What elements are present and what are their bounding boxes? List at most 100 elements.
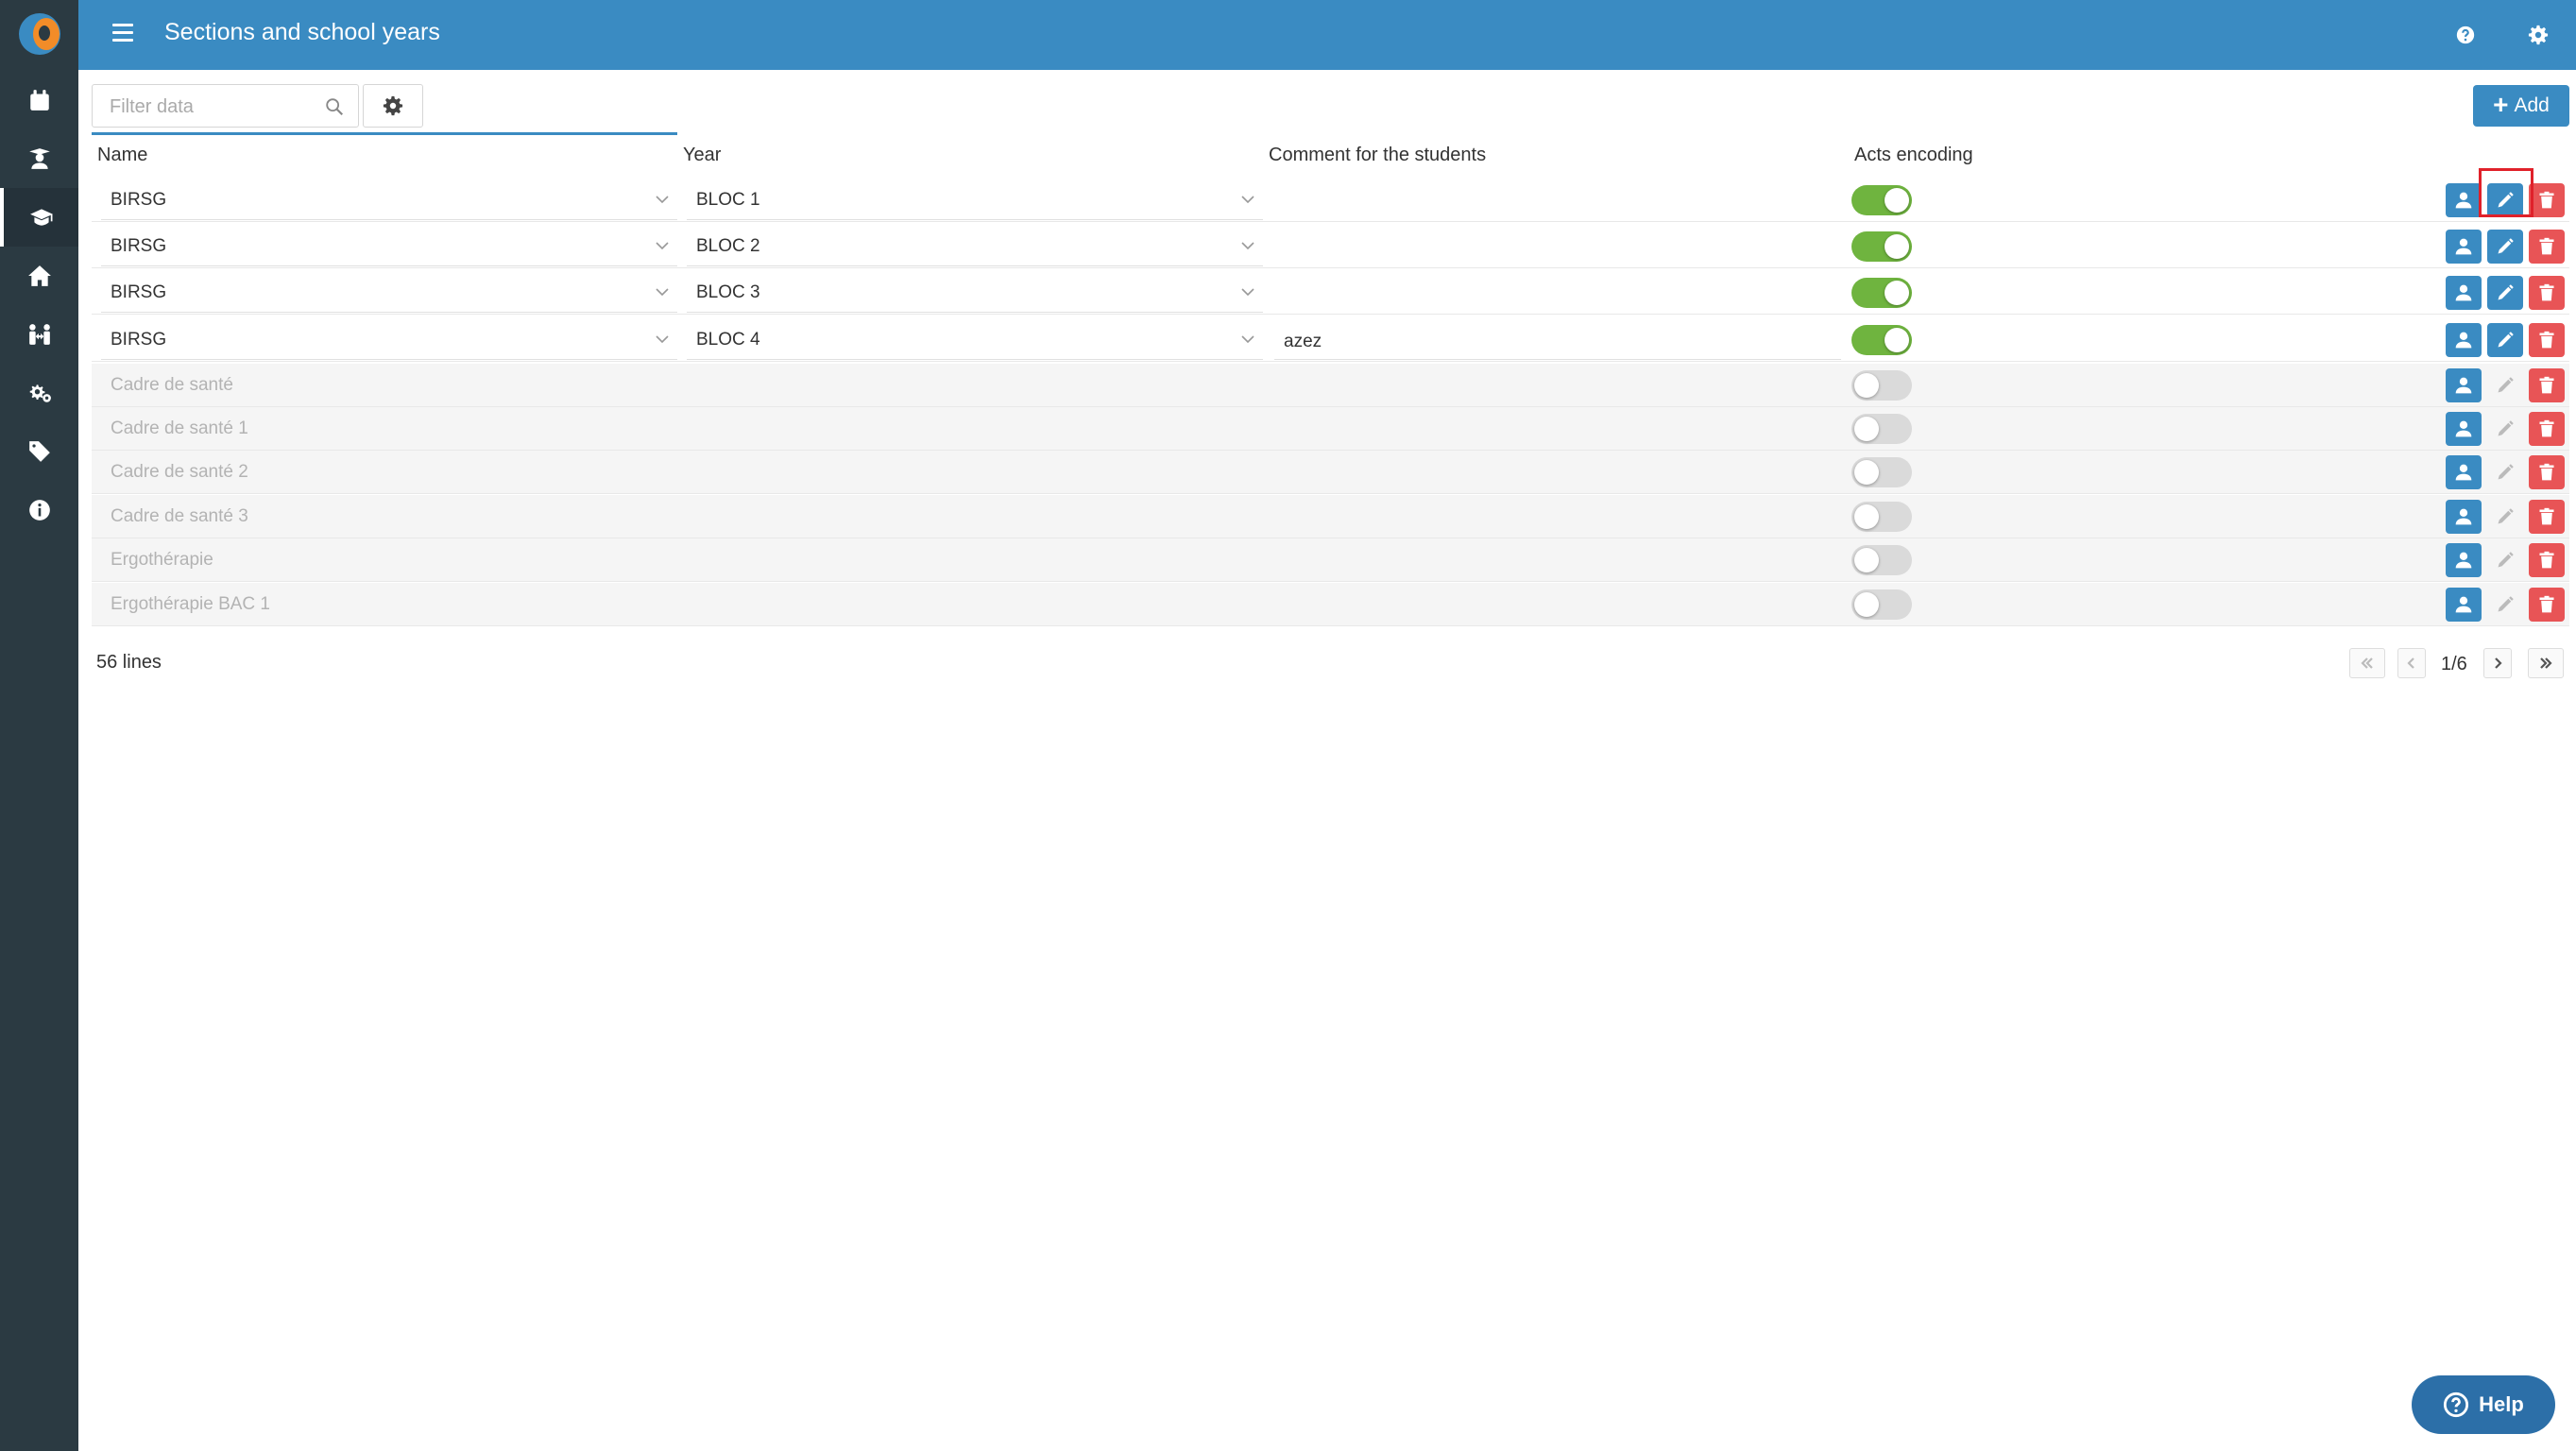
- sidebar-item-sections[interactable]: [0, 188, 78, 247]
- members-button[interactable]: [2446, 230, 2482, 264]
- members-button[interactable]: [2446, 183, 2482, 217]
- first-page-button[interactable]: [2349, 648, 2385, 678]
- row-comment[interactable]: azez: [1284, 332, 1322, 352]
- members-button[interactable]: [2446, 543, 2482, 577]
- table-row: Cadre de santé: [92, 364, 2569, 407]
- chevron-down-icon[interactable]: [1240, 238, 1255, 253]
- plus-icon: +: [2493, 89, 2509, 119]
- chevron-down-icon[interactable]: [655, 192, 670, 207]
- user-icon: [2455, 238, 2472, 255]
- row-year[interactable]: BLOC 2: [696, 236, 760, 257]
- members-button[interactable]: [2446, 412, 2482, 446]
- edit-button[interactable]: [2487, 412, 2523, 446]
- chevron-down-icon[interactable]: [1240, 332, 1255, 347]
- sidebar-item-home[interactable]: [0, 247, 78, 305]
- page-title: Sections and school years: [164, 19, 440, 45]
- delete-button[interactable]: [2529, 543, 2565, 577]
- chevron-down-icon[interactable]: [1240, 192, 1255, 207]
- acts-encoding-toggle[interactable]: [1851, 231, 1912, 262]
- column-header-comment[interactable]: Comment for the students: [1269, 145, 1486, 166]
- delete-button[interactable]: [2529, 230, 2565, 264]
- edit-button[interactable]: [2487, 183, 2523, 217]
- double-chevron-left-icon: [2361, 657, 2373, 669]
- row-name[interactable]: BIRSG: [111, 282, 166, 303]
- delete-button[interactable]: [2529, 323, 2565, 357]
- acts-encoding-toggle[interactable]: [1851, 325, 1912, 355]
- row-year[interactable]: BLOC 3: [696, 282, 760, 303]
- sidebar-item-students[interactable]: [0, 129, 78, 188]
- column-header-name[interactable]: Name: [97, 145, 147, 166]
- pencil-icon: [2498, 192, 2514, 208]
- delete-button[interactable]: [2529, 500, 2565, 534]
- members-button[interactable]: [2446, 500, 2482, 534]
- chevron-right-icon: [2495, 657, 2502, 669]
- edit-button[interactable]: [2487, 543, 2523, 577]
- pencil-icon: [2498, 238, 2514, 254]
- previous-page-button[interactable]: [2397, 648, 2426, 678]
- delete-button[interactable]: [2529, 368, 2565, 402]
- settings-button[interactable]: [2524, 21, 2552, 49]
- row-year[interactable]: BLOC 1: [696, 190, 760, 211]
- edit-button[interactable]: [2487, 588, 2523, 622]
- members-button[interactable]: [2446, 276, 2482, 310]
- filter-field[interactable]: [92, 84, 359, 128]
- members-button[interactable]: [2446, 323, 2482, 357]
- sidebar-item-info[interactable]: [0, 481, 78, 539]
- edit-button[interactable]: [2487, 323, 2523, 357]
- filter-input[interactable]: [108, 95, 316, 119]
- last-page-button[interactable]: [2528, 648, 2564, 678]
- chevron-down-icon[interactable]: [655, 284, 670, 299]
- sidebar-item-exchanges[interactable]: [0, 305, 78, 364]
- row-name[interactable]: BIRSG: [111, 236, 166, 257]
- row-name[interactable]: BIRSG: [111, 190, 166, 211]
- row-year[interactable]: BLOC 4: [696, 330, 760, 350]
- edit-button[interactable]: [2487, 455, 2523, 489]
- acts-encoding-toggle[interactable]: [1851, 278, 1912, 308]
- delete-button[interactable]: [2529, 455, 2565, 489]
- add-button[interactable]: + Add: [2473, 85, 2569, 127]
- menu-icon[interactable]: [112, 24, 133, 44]
- acts-encoding-toggle[interactable]: [1851, 545, 1912, 575]
- acts-encoding-toggle[interactable]: [1851, 370, 1912, 401]
- trash-icon: [2539, 331, 2554, 349]
- delete-button[interactable]: [2529, 588, 2565, 622]
- row-name[interactable]: BIRSG: [111, 330, 166, 350]
- acts-encoding-toggle[interactable]: [1851, 589, 1912, 620]
- next-page-button[interactable]: [2483, 648, 2512, 678]
- trash-icon: [2539, 191, 2554, 209]
- question-circle-icon: [2444, 1391, 2469, 1418]
- help-button[interactable]: Help: [2412, 1375, 2555, 1434]
- delete-button[interactable]: [2529, 183, 2565, 217]
- acts-encoding-toggle[interactable]: [1851, 185, 1912, 215]
- edit-button[interactable]: [2487, 368, 2523, 402]
- student-icon: [28, 148, 50, 169]
- delete-button[interactable]: [2529, 276, 2565, 310]
- acts-encoding-toggle[interactable]: [1851, 457, 1912, 487]
- edit-button[interactable]: [2487, 276, 2523, 310]
- members-button[interactable]: [2446, 588, 2482, 622]
- row-name: Cadre de santé 3: [111, 506, 248, 526]
- sidebar-item-calendar[interactable]: [0, 71, 78, 129]
- edit-button[interactable]: [2487, 230, 2523, 264]
- help-circle-button[interactable]: [2451, 21, 2480, 49]
- add-button-label: Add: [2514, 94, 2550, 116]
- sidebar-item-settings[interactable]: [0, 364, 78, 422]
- user-icon: [2455, 332, 2472, 349]
- user-icon: [2455, 377, 2472, 394]
- sidebar-item-tags[interactable]: [0, 422, 78, 481]
- members-button[interactable]: [2446, 455, 2482, 489]
- edit-button[interactable]: [2487, 500, 2523, 534]
- chevron-down-icon[interactable]: [655, 332, 670, 347]
- column-settings-button[interactable]: [363, 84, 423, 128]
- column-header-year[interactable]: Year: [683, 145, 721, 166]
- trash-icon: [2539, 283, 2554, 301]
- acts-encoding-toggle[interactable]: [1851, 502, 1912, 532]
- members-button[interactable]: [2446, 368, 2482, 402]
- acts-encoding-toggle[interactable]: [1851, 414, 1912, 444]
- column-header-acts-encoding[interactable]: Acts encoding: [1854, 145, 1973, 166]
- chevron-down-icon[interactable]: [1240, 284, 1255, 299]
- delete-button[interactable]: [2529, 412, 2565, 446]
- home-icon: [27, 265, 51, 286]
- app-logo[interactable]: [19, 13, 60, 55]
- chevron-down-icon[interactable]: [655, 238, 670, 253]
